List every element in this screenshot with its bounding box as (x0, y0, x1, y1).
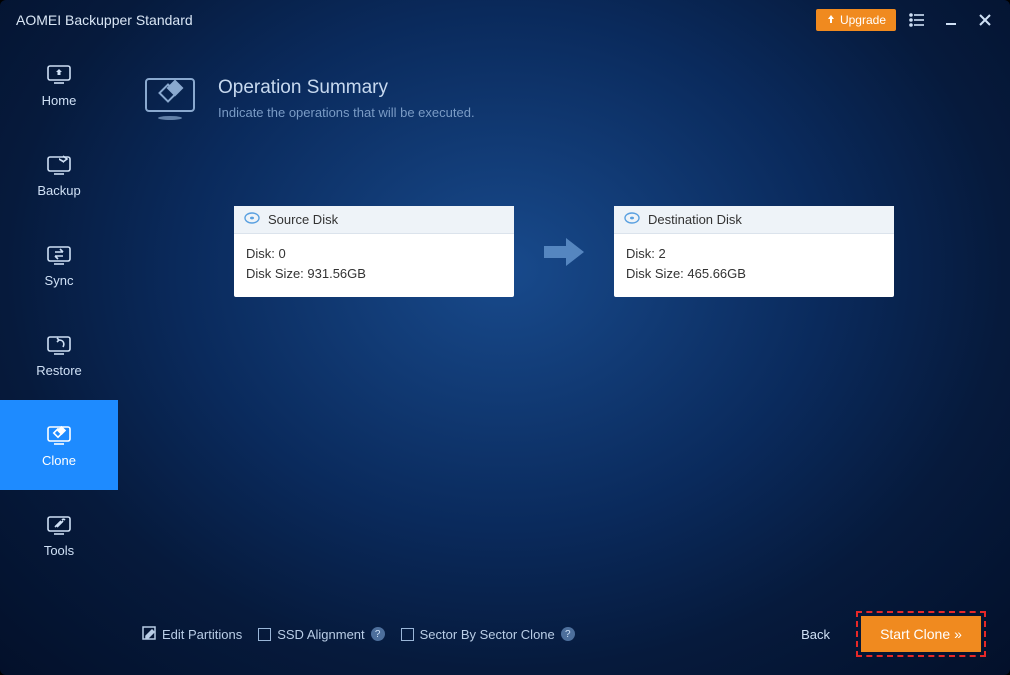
main-panel: Operation Summary Indicate the operation… (118, 40, 1010, 675)
page-subtitle: Indicate the operations that will be exe… (218, 105, 475, 120)
menu-icon[interactable] (904, 7, 930, 33)
upgrade-button[interactable]: Upgrade (816, 9, 896, 31)
sidebar-item-clone[interactable]: Clone (0, 400, 118, 490)
ssd-alignment-checkbox[interactable]: SSD Alignment ? (258, 627, 384, 642)
sector-by-sector-label: Sector By Sector Clone (420, 627, 555, 642)
start-clone-button[interactable]: Start Clone » (861, 616, 981, 652)
chevron-right-icon: » (954, 626, 962, 642)
sidebar-item-label: Home (42, 93, 77, 108)
app-title: AOMEI Backupper Standard (12, 12, 193, 28)
source-disk-card[interactable]: Source Disk Disk: 0 Disk Size: 931.56GB (234, 206, 514, 297)
source-disk-line2: Disk Size: 931.56GB (246, 264, 502, 284)
arrow-icon (540, 232, 588, 272)
tools-icon (45, 513, 73, 535)
sidebar: Home Backup (0, 40, 118, 675)
close-icon[interactable] (972, 7, 998, 33)
ssd-alignment-label: SSD Alignment (277, 627, 364, 642)
titlebar: AOMEI Backupper Standard Upgrade (0, 0, 1010, 40)
disk-icon (244, 212, 260, 227)
sidebar-item-label: Restore (36, 363, 82, 378)
help-icon[interactable]: ? (371, 627, 385, 641)
minimize-icon[interactable] (938, 7, 964, 33)
sidebar-item-label: Sync (45, 273, 74, 288)
sync-icon (45, 243, 73, 265)
disk-icon (624, 212, 640, 227)
edit-icon (142, 626, 156, 643)
summary-row: Source Disk Disk: 0 Disk Size: 931.56GB (142, 206, 986, 297)
destination-disk-header: Destination Disk (648, 212, 742, 227)
start-clone-highlight: Start Clone » (856, 611, 986, 657)
help-icon[interactable]: ? (561, 627, 575, 641)
page-header: Operation Summary Indicate the operation… (142, 70, 986, 126)
sidebar-item-home[interactable]: Home (0, 40, 118, 130)
destination-disk-card[interactable]: Destination Disk Disk: 2 Disk Size: 465.… (614, 206, 894, 297)
checkbox-icon (401, 628, 414, 641)
sector-by-sector-checkbox[interactable]: Sector By Sector Clone ? (401, 627, 575, 642)
backup-icon (45, 153, 73, 175)
sidebar-item-tools[interactable]: Tools (0, 490, 118, 580)
app-window: AOMEI Backupper Standard Upgrade (0, 0, 1010, 675)
edit-partitions-label: Edit Partitions (162, 627, 242, 642)
start-clone-label: Start Clone (880, 626, 950, 642)
sidebar-item-backup[interactable]: Backup (0, 130, 118, 220)
sidebar-item-sync[interactable]: Sync (0, 220, 118, 310)
destination-disk-line1: Disk: 2 (626, 244, 882, 264)
edit-partitions-button[interactable]: Edit Partitions (142, 626, 242, 643)
summary-monitor-icon (142, 70, 198, 126)
destination-disk-line2: Disk Size: 465.66GB (626, 264, 882, 284)
sidebar-item-label: Tools (44, 543, 74, 558)
checkbox-icon (258, 628, 271, 641)
home-icon (45, 63, 73, 85)
upgrade-icon (826, 13, 836, 27)
sidebar-item-label: Clone (42, 453, 76, 468)
page-title: Operation Summary (218, 77, 475, 99)
restore-icon (45, 333, 73, 355)
sidebar-item-restore[interactable]: Restore (0, 310, 118, 400)
source-disk-header: Source Disk (268, 212, 338, 227)
clone-icon (45, 423, 73, 445)
upgrade-label: Upgrade (840, 13, 886, 27)
source-disk-line1: Disk: 0 (246, 244, 502, 264)
footer-bar: Edit Partitions SSD Alignment ? Sector B… (142, 611, 986, 657)
back-button[interactable]: Back (801, 627, 830, 642)
sidebar-item-label: Backup (37, 183, 80, 198)
